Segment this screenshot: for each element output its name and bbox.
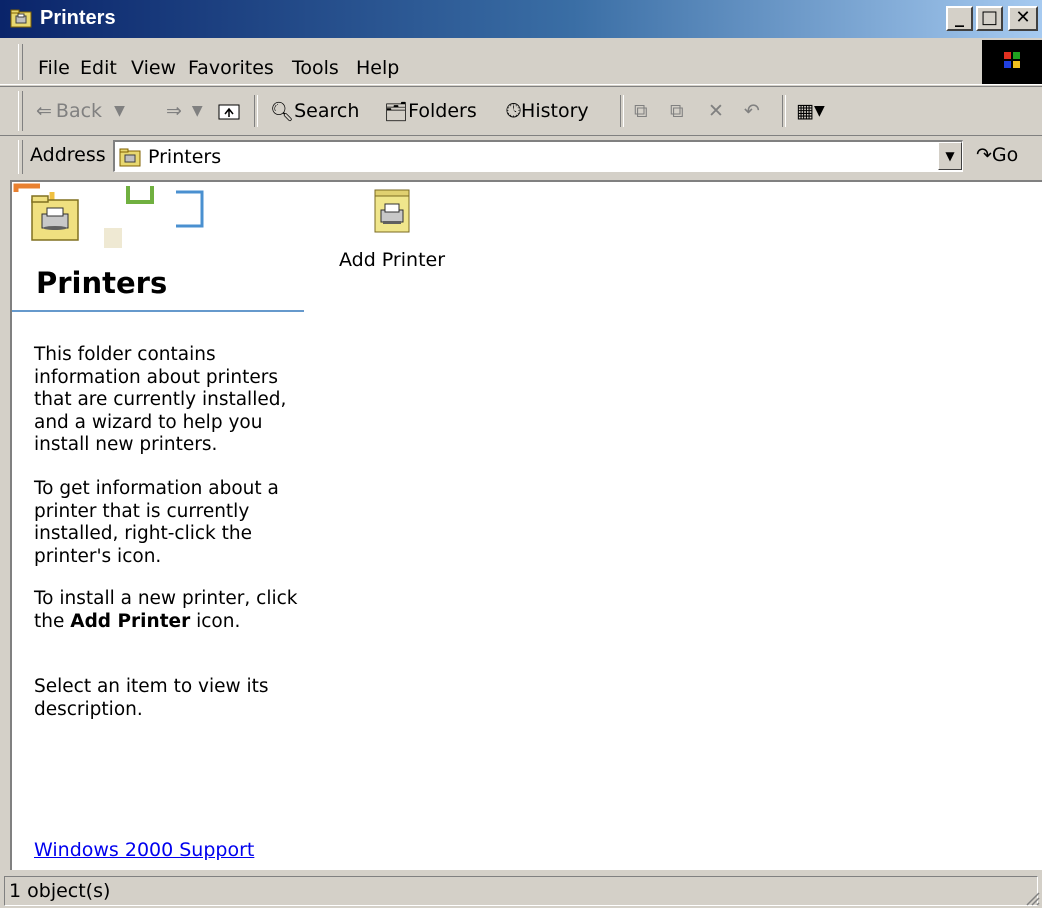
address-label: Address [30, 144, 106, 166]
menu-view[interactable]: View [131, 57, 176, 79]
web-view-panel: Printers This folder contains informatio… [12, 182, 304, 870]
status-text: 1 object(s) [4, 876, 1038, 906]
address-input[interactable]: Printers ▼ [113, 140, 963, 172]
add-printer-item[interactable]: Add Printer [332, 188, 452, 271]
title-bar[interactable]: Printers _ □ ✕ [0, 0, 1042, 38]
history-label: History [521, 100, 589, 122]
go-label: Go [991, 144, 1019, 166]
move-to-icon: ⧉ [634, 100, 648, 122]
forward-arrow-icon: ⇒ [166, 100, 182, 122]
maximize-button[interactable]: □ [976, 6, 1003, 31]
back-arrow-icon: ⇐ [36, 100, 52, 122]
title-divider [12, 310, 304, 312]
chevron-down-icon: ▼ [813, 103, 825, 119]
address-bar-grip[interactable] [18, 140, 23, 174]
description-paragraph: Select an item to view its description. [34, 676, 269, 720]
menu-help[interactable]: Help [356, 57, 399, 79]
delete-icon: ✕ [708, 100, 724, 122]
back-button[interactable]: ⇐ Back ▼ [36, 97, 125, 125]
up-folder-button[interactable] [218, 97, 240, 125]
minimize-button[interactable]: _ [946, 6, 973, 31]
copy-to-icon: ⧉ [670, 100, 684, 122]
menu-bar: File Edit View Favorites Tools Help [0, 40, 1042, 85]
printers-folder-icon [119, 148, 141, 167]
up-folder-icon [218, 104, 240, 120]
move-to-button[interactable]: ⧉ [634, 97, 648, 125]
description-paragraph: To install a new printer, click the Add … [34, 588, 304, 633]
go-button[interactable]: ↷Go [976, 144, 1018, 166]
add-printer-icon [374, 189, 410, 233]
menu-file[interactable]: File [38, 57, 70, 79]
explorer-window: Printers _ □ ✕ File Edit View Favorites … [0, 0, 1042, 908]
history-button[interactable]: 🕓︎ History [506, 97, 589, 125]
search-button[interactable]: 🔍︎ Search [270, 97, 359, 125]
chevron-down-icon: ▼ [191, 103, 203, 119]
folders-label: Folders [408, 100, 477, 122]
windows-logo-icon [982, 40, 1042, 84]
toolbar-separator [254, 95, 258, 127]
description-text: icon. [190, 610, 241, 632]
back-label: Back [55, 100, 103, 122]
window-title: Printers [40, 7, 116, 29]
views-button[interactable]: ▦ ▼ [796, 97, 825, 125]
address-dropdown-button[interactable]: ▼ [938, 142, 962, 170]
history-icon: 🕓︎ [506, 100, 522, 122]
windows-support-link[interactable]: Windows 2000 Support [34, 839, 254, 861]
forward-button[interactable]: ⇒ ▼ [166, 97, 203, 125]
search-icon: 🔍︎ [270, 100, 295, 123]
status-bar: 1 object(s) [0, 872, 1042, 908]
menu-bar-grip[interactable] [18, 44, 23, 80]
folders-icon: 🗂︎ [384, 100, 409, 123]
go-arrow-icon: ↷ [976, 144, 992, 166]
folder-view[interactable]: Printers This folder contains informatio… [10, 180, 1042, 870]
address-bar: Address Printers ▼ ↷Go [0, 135, 1042, 178]
copy-to-button[interactable]: ⧉ [670, 97, 684, 125]
add-printer-label: Add Printer [338, 249, 446, 271]
views-icon: ▦ [796, 100, 814, 122]
add-printer-emphasis: Add Printer [70, 610, 191, 632]
undo-icon: ↶ [744, 100, 760, 122]
close-button[interactable]: ✕ [1008, 6, 1038, 31]
menu-tools[interactable]: Tools [292, 57, 339, 79]
menu-edit[interactable]: Edit [80, 57, 117, 79]
address-value: Printers [148, 146, 222, 168]
resize-grip-icon[interactable] [1022, 888, 1040, 906]
page-title: Printers [36, 266, 168, 300]
chevron-down-icon: ▼ [114, 103, 125, 119]
delete-button[interactable]: ✕ [708, 97, 724, 125]
toolbar-grip[interactable] [18, 91, 23, 131]
undo-button[interactable]: ↶ [744, 97, 760, 125]
printers-folder-icon [10, 9, 32, 28]
toolbar-separator [782, 95, 786, 127]
standard-toolbar: ⇐ Back ▼ ⇒ ▼ 🔍︎ Search 🗂︎ Folders 🕓︎ His… [0, 86, 1042, 136]
toolbar-separator [620, 95, 624, 127]
search-label: Search [294, 100, 360, 122]
description-paragraph: This folder contains information about p… [34, 344, 287, 455]
description-paragraph: To get information about a printer that … [34, 478, 279, 567]
menu-favorites[interactable]: Favorites [188, 57, 274, 79]
folders-button[interactable]: 🗂︎ Folders [384, 97, 477, 125]
